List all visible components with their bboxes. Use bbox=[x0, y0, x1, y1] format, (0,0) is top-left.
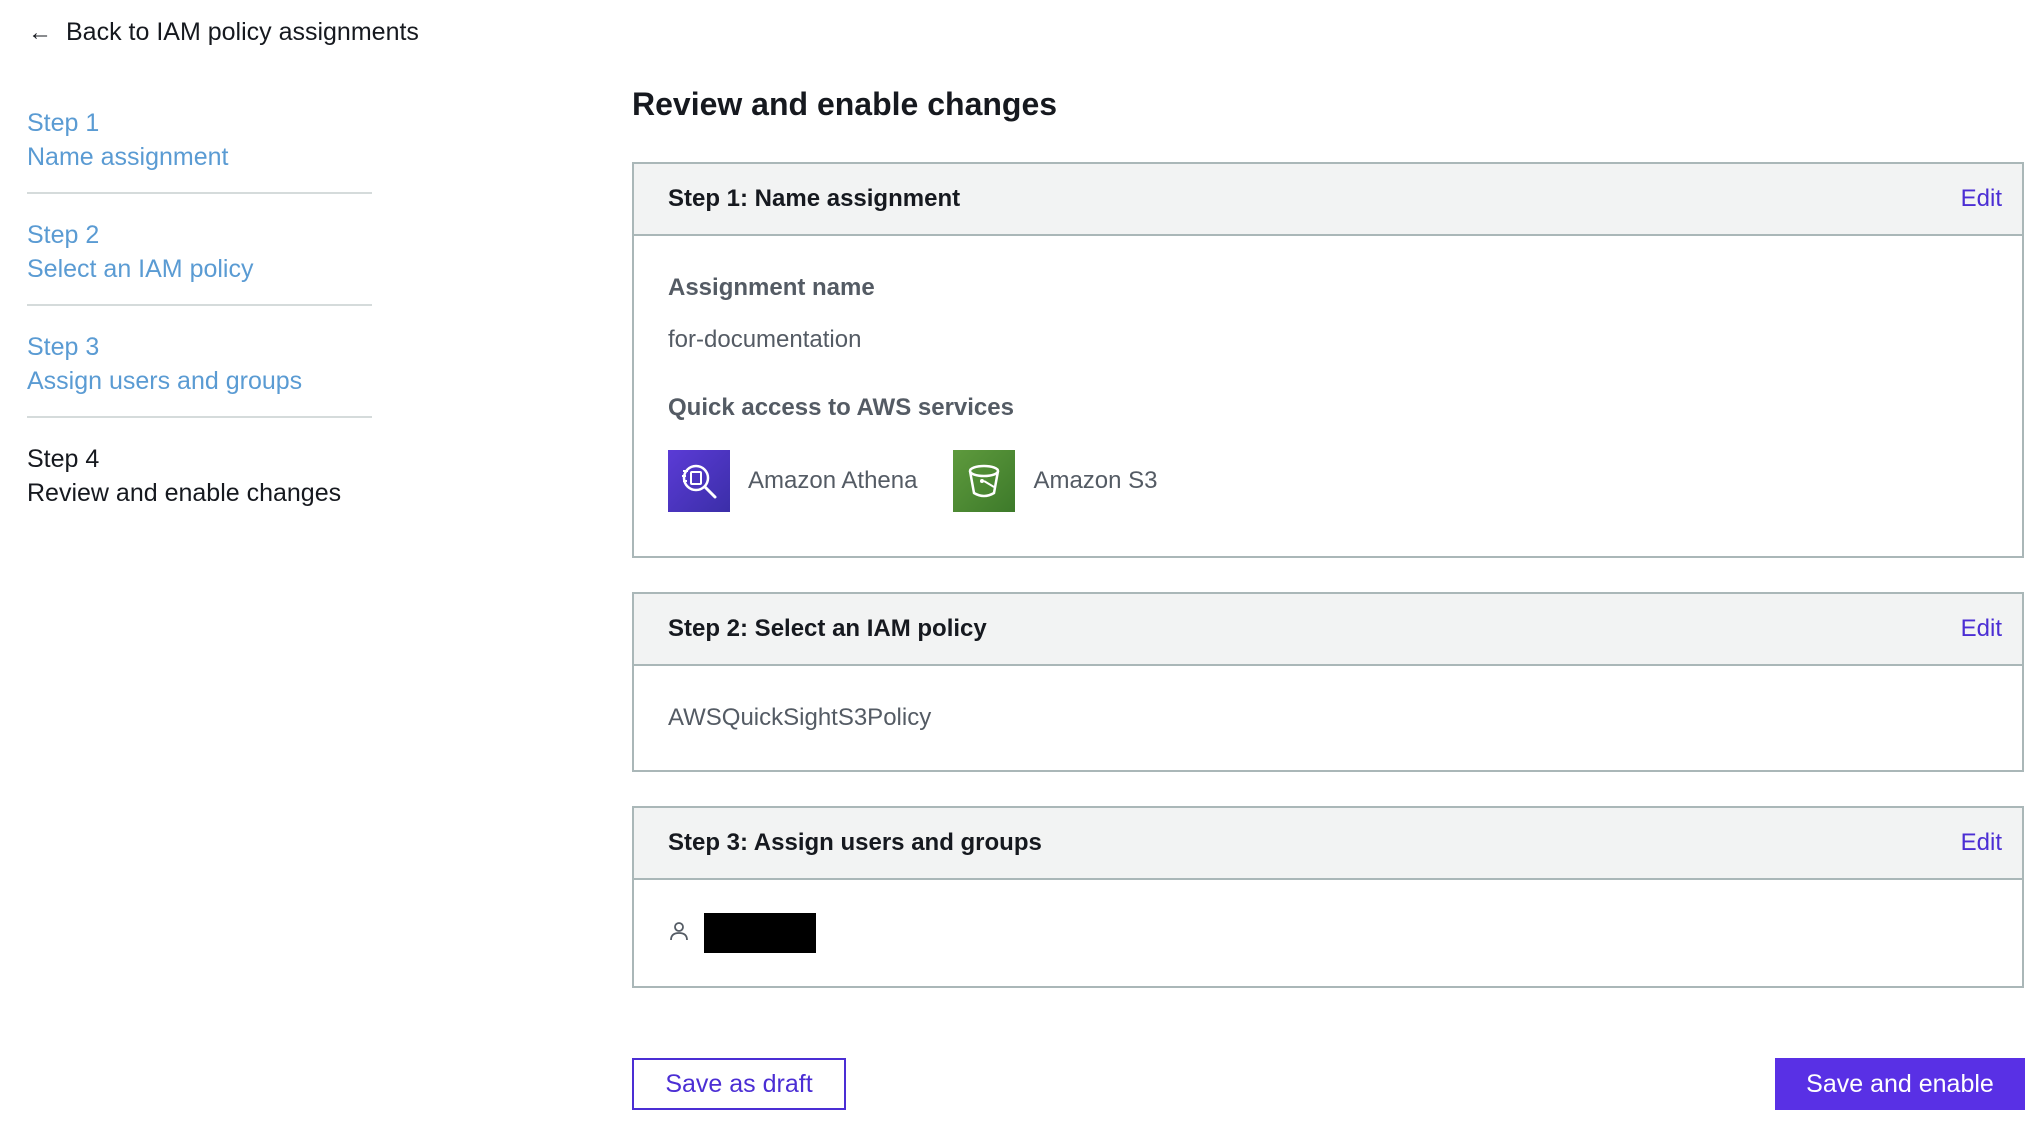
edit-users-groups-link[interactable]: Edit bbox=[1961, 829, 2002, 857]
s3-bucket-icon bbox=[953, 450, 1016, 512]
service-name: Amazon Athena bbox=[748, 467, 918, 494]
panel-header: Step 1: Name assignment Edit bbox=[634, 164, 2022, 236]
nav-step-number: Step 2 bbox=[27, 221, 100, 249]
page: ← Back to IAM policy assignments Step 1 … bbox=[0, 0, 2044, 1129]
panel-title: Step 3: Assign users and groups bbox=[668, 829, 1042, 856]
main-content: Review and enable changes Step 1: Name a… bbox=[632, 86, 2024, 1022]
panel-header: Step 2: Select an IAM policy Edit bbox=[634, 594, 2022, 666]
quick-access-label: Quick access to AWS services bbox=[668, 394, 1014, 421]
review-panel-name-assignment: Step 1: Name assignment Edit Assignment … bbox=[632, 162, 2024, 558]
back-link-label: Back to IAM policy assignments bbox=[66, 18, 419, 46]
review-panel-iam-policy: Step 2: Select an IAM policy Edit AWSQui… bbox=[632, 592, 2024, 772]
arrow-left-icon: ← bbox=[28, 18, 52, 46]
assigned-user bbox=[668, 913, 816, 953]
assignment-name-value: for-documentation bbox=[668, 326, 862, 353]
service-name: Amazon S3 bbox=[1033, 467, 1158, 494]
nav-step-4-current: Step 4 Review and enable changes bbox=[27, 438, 372, 528]
panel-title: Step 1: Name assignment bbox=[668, 185, 961, 212]
panel-body: AWSQuickSightS3Policy bbox=[634, 666, 2022, 770]
save-as-draft-button[interactable]: Save as draft bbox=[632, 1058, 846, 1110]
service-list: Amazon Athena Amazon S3 bbox=[668, 450, 1988, 512]
step-navigation: Step 1 Name assignment Step 2 Select an … bbox=[27, 102, 372, 548]
user-icon bbox=[668, 920, 690, 947]
panel-body: Assignment name for-documentation Quick … bbox=[634, 236, 2022, 556]
service-athena: Amazon Athena bbox=[668, 450, 917, 512]
athena-icon bbox=[668, 450, 730, 512]
nav-step-number: Step 4 bbox=[27, 445, 100, 473]
redacted-user-name bbox=[704, 913, 816, 953]
nav-step-title: Select an IAM policy bbox=[27, 255, 254, 283]
edit-iam-policy-link[interactable]: Edit bbox=[1961, 615, 2002, 643]
nav-step-1[interactable]: Step 1 Name assignment bbox=[27, 102, 372, 194]
nav-step-title: Review and enable changes bbox=[27, 479, 342, 507]
page-title: Review and enable changes bbox=[632, 86, 1058, 122]
review-panel-users-groups: Step 3: Assign users and groups Edit bbox=[632, 806, 2024, 988]
assignment-name-label: Assignment name bbox=[668, 274, 875, 301]
service-s3: Amazon S3 bbox=[953, 450, 1158, 512]
save-and-enable-button[interactable]: Save and enable bbox=[1775, 1058, 2025, 1110]
policy-name: AWSQuickSightS3Policy bbox=[668, 704, 932, 731]
back-link[interactable]: ← Back to IAM policy assignments bbox=[28, 18, 419, 47]
nav-step-number: Step 3 bbox=[27, 333, 100, 361]
nav-step-title: Assign users and groups bbox=[27, 367, 303, 395]
nav-step-number: Step 1 bbox=[27, 109, 100, 137]
nav-step-2[interactable]: Step 2 Select an IAM policy bbox=[27, 214, 372, 306]
nav-step-title: Name assignment bbox=[27, 143, 229, 171]
nav-step-3[interactable]: Step 3 Assign users and groups bbox=[27, 326, 372, 418]
panel-title: Step 2: Select an IAM policy bbox=[668, 615, 987, 642]
panel-body bbox=[634, 880, 2022, 986]
panel-header: Step 3: Assign users and groups Edit bbox=[634, 808, 2022, 880]
edit-name-assignment-link[interactable]: Edit bbox=[1961, 185, 2002, 213]
